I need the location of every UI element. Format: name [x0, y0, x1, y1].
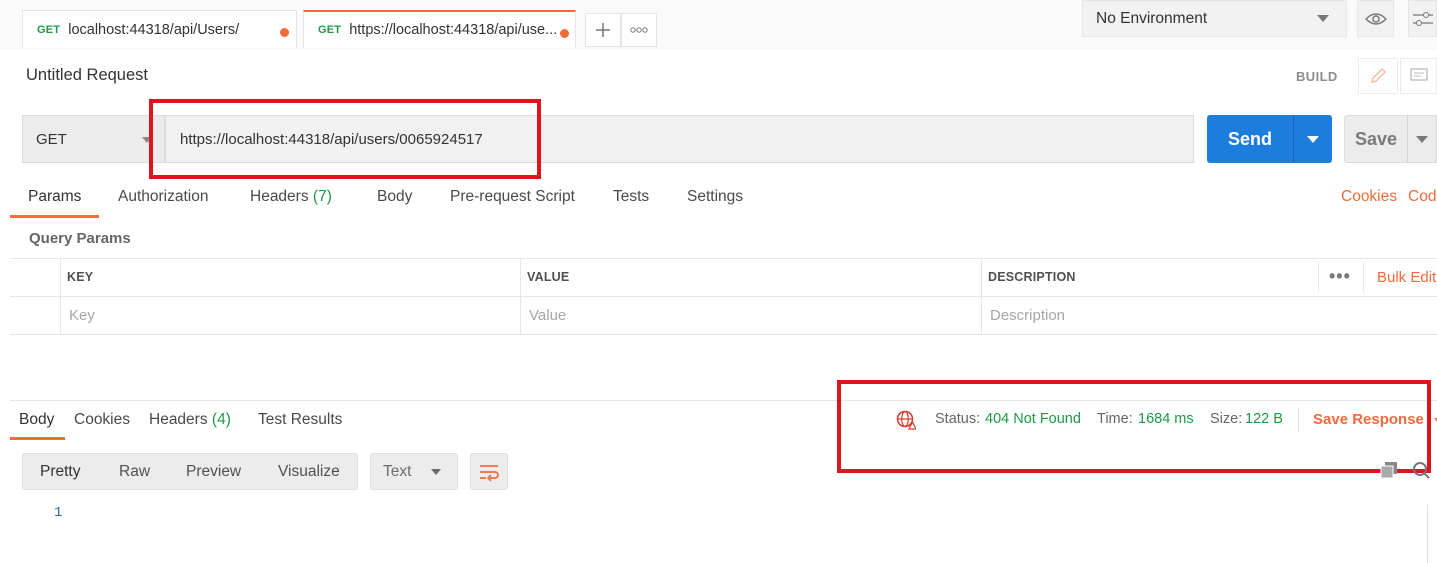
- tab-body[interactable]: Body: [377, 188, 412, 206]
- copy-icon[interactable]: [1380, 461, 1398, 483]
- tab-label: localhost:44318/api/Users/: [68, 21, 240, 38]
- chevron-down-icon: [1317, 15, 1329, 22]
- table-divider: [1318, 262, 1319, 292]
- bulk-edit-link[interactable]: Bulk Edit: [1377, 269, 1436, 286]
- format-pretty[interactable]: Pretty: [40, 463, 80, 481]
- save-label: Save: [1354, 128, 1398, 149]
- wrap-icon: [480, 464, 499, 481]
- plus-icon: [596, 23, 610, 37]
- editor-scrollbar-edge: [1427, 505, 1428, 563]
- tab-authorization[interactable]: Authorization: [118, 188, 208, 206]
- build-mode-label: BUILD: [1296, 69, 1338, 84]
- request-tab-2[interactable]: GET https://localhost:44318/api/use...: [303, 10, 576, 48]
- method-label: GET: [36, 130, 67, 148]
- headers-count: (7): [312, 188, 332, 205]
- response-tab-test-results[interactable]: Test Results: [258, 411, 342, 429]
- format-preview[interactable]: Preview: [186, 463, 241, 481]
- tab-prerequest-script[interactable]: Pre-request Script: [450, 188, 575, 206]
- comments-button[interactable]: [1400, 58, 1437, 94]
- status-highlight-box: [837, 380, 1431, 473]
- table-border: [10, 334, 1437, 335]
- description-input[interactable]: Description: [990, 307, 1065, 324]
- sliders-icon: [1412, 11, 1433, 26]
- tab-headers[interactable]: Headers (7): [250, 188, 332, 206]
- tab-label: https://localhost:44318/api/use...: [349, 22, 558, 38]
- cookies-link[interactable]: Cookies: [1341, 188, 1397, 206]
- tab-headers-label: Headers: [250, 188, 309, 205]
- response-tab-headers[interactable]: Headers (4): [149, 411, 231, 429]
- tab-method: GET: [37, 23, 61, 36]
- edit-icon: [1371, 68, 1386, 83]
- more-icon: [630, 27, 648, 33]
- text-type-select[interactable]: Text: [370, 453, 458, 490]
- table-divider: [520, 258, 521, 334]
- more-options-button[interactable]: •••: [1329, 266, 1351, 287]
- response-tab-cookies[interactable]: Cookies: [74, 411, 130, 429]
- url-highlight-box: [149, 99, 541, 179]
- wrap-lines-button[interactable]: [470, 453, 508, 490]
- column-header-value: VALUE: [527, 270, 570, 284]
- response-tab-body[interactable]: Body: [19, 411, 54, 429]
- eye-icon: [1364, 12, 1387, 25]
- tab-settings[interactable]: Settings: [687, 188, 743, 206]
- unsaved-dot-icon: [280, 28, 289, 37]
- environment-quick-look-button[interactable]: [1357, 0, 1394, 37]
- more-tabs-button[interactable]: [621, 13, 657, 47]
- tab-method: GET: [318, 24, 342, 36]
- send-options-button[interactable]: [1294, 135, 1332, 143]
- code-link[interactable]: Code: [1408, 188, 1437, 206]
- new-tab-button[interactable]: [585, 13, 621, 47]
- key-input[interactable]: Key: [69, 307, 95, 324]
- value-input[interactable]: Value: [529, 307, 566, 324]
- send-button[interactable]: Send: [1207, 115, 1332, 163]
- table-border: [10, 296, 1437, 297]
- format-visualize[interactable]: Visualize: [278, 463, 340, 481]
- tab-params[interactable]: Params: [28, 188, 81, 206]
- save-options-button[interactable]: [1408, 135, 1436, 143]
- save-button[interactable]: Save: [1344, 115, 1437, 163]
- chevron-down-icon: [1307, 135, 1319, 143]
- response-headers-count: (4): [211, 411, 231, 428]
- request-title[interactable]: Untitled Request: [26, 66, 148, 85]
- column-header-description: DESCRIPTION: [988, 270, 1076, 284]
- format-raw[interactable]: Raw: [119, 463, 150, 481]
- response-tab-headers-label: Headers: [149, 411, 208, 428]
- query-params-title: Query Params: [29, 230, 131, 247]
- edit-button[interactable]: [1358, 58, 1398, 94]
- chevron-down-icon: [1416, 135, 1428, 143]
- unsaved-dot-icon: [560, 29, 569, 38]
- send-label: Send: [1227, 128, 1272, 149]
- active-tab-indicator: [10, 437, 65, 440]
- comment-icon: [1409, 68, 1428, 81]
- line-number: 1: [54, 505, 63, 521]
- environment-select[interactable]: No Environment: [1082, 0, 1347, 37]
- manage-environments-button[interactable]: [1408, 0, 1437, 37]
- table-divider: [60, 258, 61, 334]
- tab-tests[interactable]: Tests: [613, 188, 649, 206]
- table-divider: [981, 258, 982, 334]
- chevron-down-icon: [431, 469, 441, 475]
- environment-label: No Environment: [1096, 9, 1208, 27]
- text-type-label: Text: [383, 462, 412, 480]
- search-icon[interactable]: [1412, 461, 1434, 483]
- method-select[interactable]: GET: [22, 115, 165, 163]
- request-tab-1[interactable]: GET localhost:44318/api/Users/: [22, 10, 297, 48]
- table-divider: [1363, 262, 1364, 292]
- table-border: [10, 258, 1437, 259]
- active-tab-indicator: [10, 215, 99, 218]
- column-header-key: KEY: [67, 270, 94, 284]
